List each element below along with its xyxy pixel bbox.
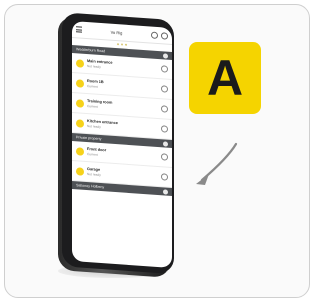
letter-badge: A	[189, 42, 261, 114]
phone-body: Vo Rig Wedderburn Road Main entrance Not…	[58, 10, 176, 278]
page-dot	[117, 43, 119, 46]
phone-mockup: Vo Rig Wedderburn Road Main entrance Not…	[58, 10, 178, 278]
page-dot	[125, 43, 127, 46]
unlock-button[interactable]	[161, 153, 168, 161]
menu-icon[interactable]	[76, 26, 82, 33]
add-icon[interactable]	[163, 140, 168, 147]
unlock-button[interactable]	[161, 85, 168, 93]
app-title: Vo Rig	[110, 29, 123, 36]
section-title: Private property	[76, 135, 102, 142]
lock-status-icon	[76, 78, 84, 88]
section-title: Saltoney Holbeny	[76, 183, 105, 190]
badge-letter: A	[206, 50, 244, 106]
lock-status-icon	[76, 58, 84, 68]
unlock-button[interactable]	[161, 125, 168, 133]
page-dot	[121, 43, 123, 46]
phone-frame: Vo Rig Wedderburn Road Main entrance Not…	[62, 12, 174, 275]
add-icon[interactable]	[163, 52, 168, 59]
header-actions	[150, 31, 168, 40]
arrow-down-left-icon	[196, 142, 238, 185]
lock-status-icon	[76, 146, 84, 156]
lock-status-icon	[76, 118, 84, 128]
unlock-button[interactable]	[161, 105, 168, 113]
phone-screen: Vo Rig Wedderburn Road Main entrance Not…	[72, 20, 172, 268]
lock-status-icon	[76, 166, 84, 176]
lock-status-icon	[76, 98, 84, 108]
settings-icon[interactable]	[150, 31, 158, 39]
section-title: Wedderburn Road	[76, 47, 106, 54]
unlock-button[interactable]	[161, 173, 168, 181]
add-icon[interactable]	[163, 188, 168, 195]
unlock-button[interactable]	[161, 65, 168, 73]
help-icon[interactable]	[160, 31, 168, 40]
